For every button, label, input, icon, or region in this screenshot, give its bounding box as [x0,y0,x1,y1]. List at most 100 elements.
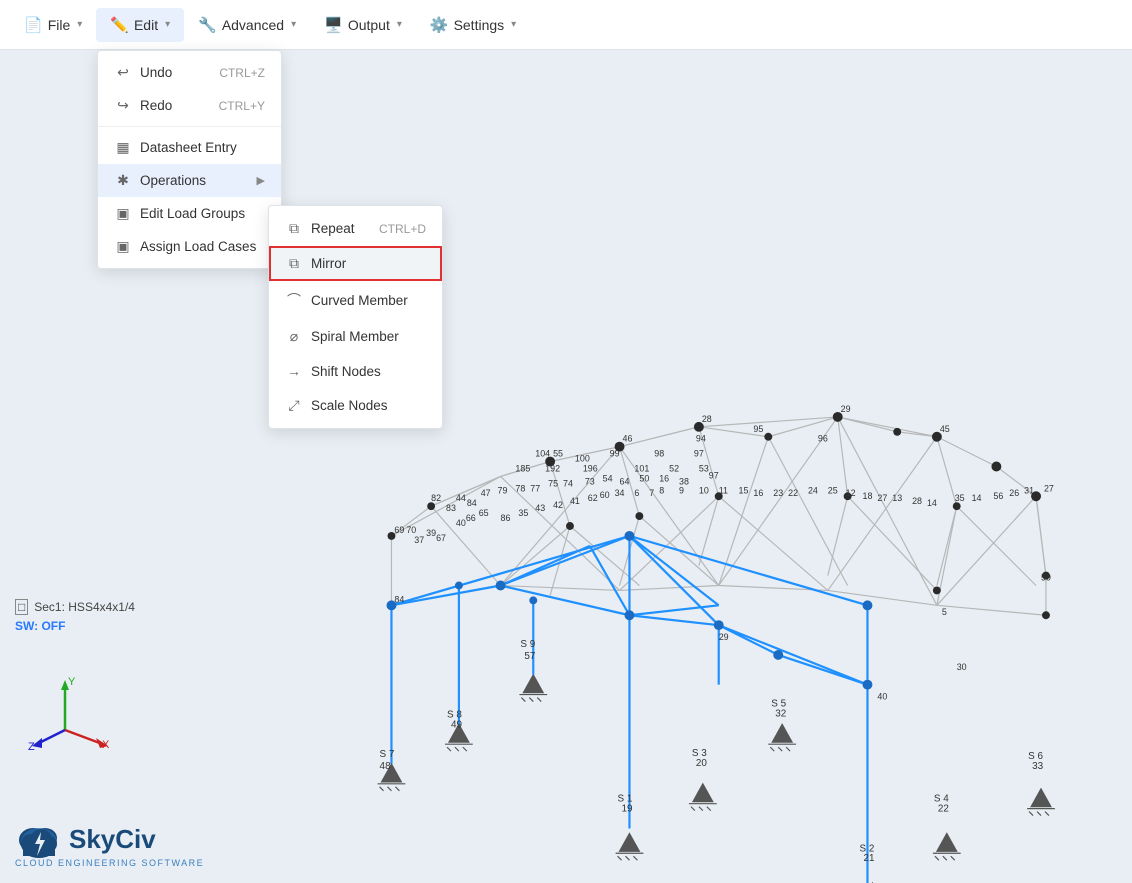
section-status: □ Sec1: HSS4x4x1/4 [15,599,135,615]
svg-text:48: 48 [380,761,392,772]
svg-text:S 9: S 9 [520,639,535,650]
svg-text:96: 96 [818,434,828,444]
menu-item-undo[interactable]: ↩ Undo CTRL+Z [98,56,281,89]
svg-text:40: 40 [456,518,466,528]
svg-text:40: 40 [877,692,887,702]
menu-edit[interactable]: ✏️ Edit ▾ [96,8,184,42]
operations-submenu: ⧉ Repeat CTRL+D ⧉ Mirror ⌒ Curved Member… [268,205,443,429]
axis-indicator: Y X Z [20,670,110,763]
svg-text:64: 64 [620,476,630,486]
undo-label: Undo [140,65,172,80]
svg-text:18: 18 [863,491,873,501]
shift-nodes-label: Shift Nodes [311,364,381,379]
curved-member-icon: ⌒ [285,290,303,310]
svg-text:29: 29 [841,404,851,414]
svg-text:98: 98 [654,449,664,459]
menu-output[interactable]: 🖥️ Output ▾ [310,8,416,42]
svg-text:78: 78 [515,483,525,493]
submenu-item-spiral-member[interactable]: ⌀ Spiral Member [269,319,442,354]
svg-text:22: 22 [788,488,798,498]
settings-chevron: ▾ [511,19,516,30]
svg-text:192: 192 [545,463,560,473]
submenu-item-repeat[interactable]: ⧉ Repeat CTRL+D [269,211,442,246]
svg-text:23: 23 [773,488,783,498]
svg-text:S 7: S 7 [380,749,395,760]
svg-text:65: 65 [479,508,489,518]
submenu-item-mirror[interactable]: ⧉ Mirror [269,246,442,281]
assign-load-cases-label: Assign Load Cases [140,239,256,254]
svg-text:30: 30 [957,662,967,672]
svg-text:39: 39 [426,528,436,538]
svg-text:5: 5 [942,607,947,617]
svg-text:99: 99 [610,449,620,459]
svg-text:60: 60 [600,490,610,500]
divider-1 [98,126,281,127]
datasheet-icon: ▦ [114,139,132,156]
svg-text:52: 52 [669,463,679,473]
menu-item-operations[interactable]: ✱ Operations ▶ [98,164,281,197]
submenu-item-curved-member[interactable]: ⌒ Curved Member [269,281,442,319]
svg-text:28: 28 [702,414,712,424]
svg-text:74: 74 [563,478,573,488]
svg-text:55: 55 [553,449,563,459]
svg-text:16: 16 [753,488,763,498]
svg-text:94: 94 [696,434,706,444]
menu-settings[interactable]: ⚙️ Settings ▾ [416,8,530,42]
svg-text:34: 34 [615,488,625,498]
svg-text:12: 12 [846,488,856,498]
svg-text:66: 66 [466,513,476,523]
undo-icon: ↩ [114,64,132,81]
logo: SkyCiv CLOUD ENGINEERING SOFTWARE [15,820,204,868]
menu-item-redo[interactable]: ↪ Redo CTRL+Y [98,89,281,122]
menu-item-datasheet[interactable]: ▦ Datasheet Entry [98,131,281,164]
svg-text:73: 73 [585,476,595,486]
svg-text:50: 50 [639,473,649,483]
svg-text:32: 32 [775,708,787,719]
svg-text:84: 84 [467,498,477,508]
svg-text:Y: Y [68,676,76,688]
edit-icon: ✏️ [110,16,129,34]
submenu-item-scale-nodes[interactable]: ⤢ Scale Nodes [269,388,442,423]
edit-load-groups-icon: ▣ [114,205,132,222]
svg-text:83: 83 [446,503,456,513]
menu-item-edit-load-groups[interactable]: ▣ Edit Load Groups [98,197,281,230]
menu-file[interactable]: 📄 File ▾ [10,8,96,42]
logo-icon [15,820,63,858]
svg-text:29: 29 [719,632,729,642]
svg-text:46: 46 [623,434,633,444]
output-icon: 🖥️ [324,16,343,34]
redo-icon: ↪ [114,97,132,114]
menu-edit-label: Edit [134,17,158,33]
svg-text:100: 100 [575,454,590,464]
svg-text:7: 7 [649,488,654,498]
submenu-item-shift-nodes[interactable]: → Shift Nodes [269,354,442,388]
edit-chevron: ▾ [165,19,170,30]
scale-nodes-label: Scale Nodes [311,398,388,413]
svg-text:185: 185 [515,463,530,473]
svg-text:62: 62 [588,493,598,503]
menu-output-label: Output [348,17,390,33]
operations-chevron: ▶ [257,174,265,187]
redo-shortcut: CTRL+Y [219,99,265,113]
svg-text:82: 82 [431,493,441,503]
repeat-shortcut: CTRL+D [379,222,426,236]
svg-text:16: 16 [659,473,669,483]
svg-text:19: 19 [622,804,634,815]
svg-text:67: 67 [436,533,446,543]
svg-text:9: 9 [679,485,684,495]
repeat-label: Repeat [311,221,355,236]
svg-text:15: 15 [739,485,749,495]
advanced-icon: 🔧 [198,16,217,34]
menu-item-assign-load-cases[interactable]: ▣ Assign Load Cases [98,230,281,263]
menu-advanced[interactable]: 🔧 Advanced ▾ [184,8,310,42]
svg-text:57: 57 [524,651,536,662]
svg-text:41: 41 [570,496,580,506]
svg-text:Z: Z [28,741,35,753]
file-chevron: ▾ [77,19,82,30]
svg-text:101: 101 [634,463,649,473]
svg-text:43: 43 [535,503,545,513]
redo-label: Redo [140,98,172,113]
svg-text:8: 8 [659,485,664,495]
svg-text:53: 53 [699,463,709,473]
svg-text:10: 10 [699,485,709,495]
